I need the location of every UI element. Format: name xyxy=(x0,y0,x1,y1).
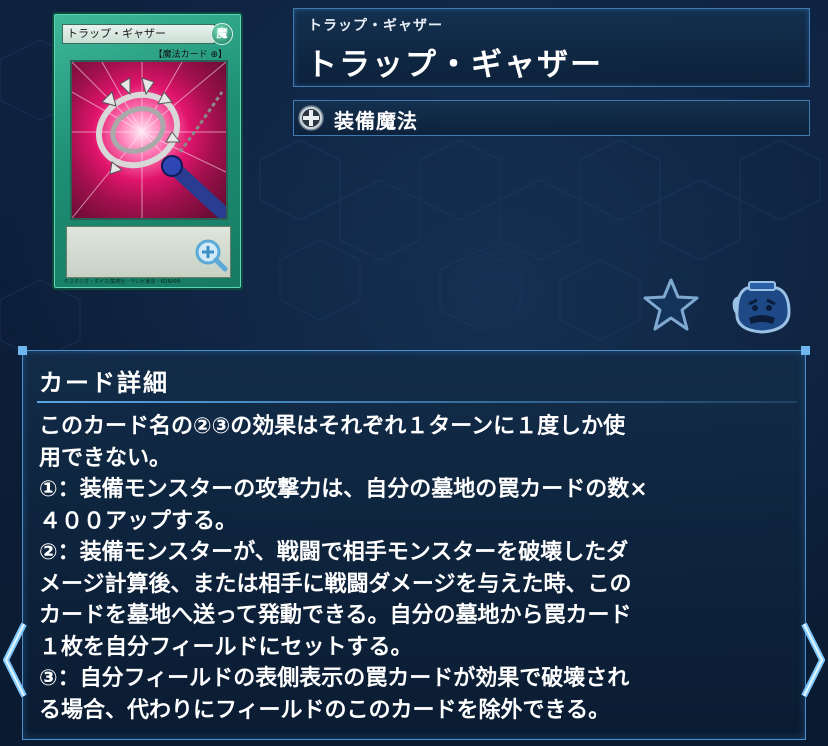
card-effect-text: このカード名の②③の効果はそれぞれ１ターンに１度しか使 用できない。 ①：装備モ… xyxy=(39,411,799,726)
card-type-text: 【魔法カード xyxy=(153,50,208,60)
card-detail-panel: カード詳細 このカード名の②③の効果はそれぞれ１ターンに１度しか使 用できない。… xyxy=(18,346,810,740)
card-artwork xyxy=(70,60,228,220)
card-type-line: 【魔法カード ⊕】 xyxy=(154,47,227,60)
panel-corner xyxy=(18,346,27,355)
effect-line: 用できない。 xyxy=(39,445,172,471)
heading-divider xyxy=(37,401,797,403)
detail-heading: カード詳細 xyxy=(39,369,169,397)
pot-icon[interactable] xyxy=(731,278,793,336)
card-type-label: 装備魔法 xyxy=(334,109,418,133)
zoom-icon[interactable] xyxy=(193,237,229,273)
effect-line: ①：装備モンスターの攻撃力は、自分の墓地の罠カードの数× xyxy=(39,477,648,502)
card-image[interactable]: トラップ・ギャザー 魔 【魔法カード ⊕】 ©スタジオ・ダイス/集英社・テレビ東… xyxy=(52,12,243,290)
card-copyright: ©スタジオ・ダイス/集英社・テレビ東京・KONAMI xyxy=(64,279,181,285)
effect-line: カードを墓地へ送って発動できる。自分の墓地から罠カード xyxy=(39,603,632,628)
card-name-bar: トラップ・ギャザー xyxy=(62,24,215,44)
card-name: トラップ・ギャザー xyxy=(306,47,603,83)
panel-corner xyxy=(801,346,810,355)
equip-mini-icon: ⊕】 xyxy=(210,50,227,60)
card-type-panel: 装備魔法 xyxy=(293,100,810,136)
equip-spell-icon xyxy=(298,105,324,131)
effect-line: メージ計算後、または相手に戦闘ダメージを与えた時、この xyxy=(39,571,632,597)
star-icon[interactable] xyxy=(642,276,700,334)
effect-line: ②：装備モンスターが、戦闘で相手モンスターを破壊したダ xyxy=(39,540,629,565)
card-title-panel: トラップ・ギャザー トラップ・ギャザー xyxy=(293,8,810,87)
spell-attribute-icon: 魔 xyxy=(211,23,233,45)
trap-artwork xyxy=(72,62,226,218)
card-name-ruby: トラップ・ギャザー xyxy=(308,18,443,34)
effect-line: １枚を自分フィールドにセットする。 xyxy=(39,634,413,660)
previous-card-arrow-icon[interactable] xyxy=(0,620,30,700)
effect-line: ③：自分フィールドの表側表示の罠カードが効果で破壊され xyxy=(39,666,630,691)
effect-line: ４００アップする。 xyxy=(39,508,238,534)
effect-line: このカード名の②③の効果はそれぞれ１ターンに１度しか使 xyxy=(39,414,626,439)
effect-line: る場合、代わりにフィールドのこのカードを除外できる。 xyxy=(39,697,611,723)
card-text-box xyxy=(66,226,231,278)
next-card-arrow-icon[interactable] xyxy=(798,620,828,700)
